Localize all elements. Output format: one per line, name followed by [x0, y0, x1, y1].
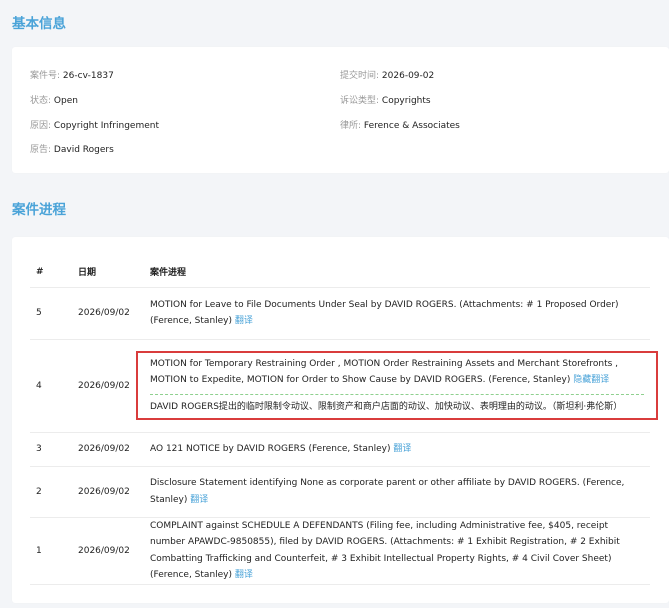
- table-header-row: # 日期 案件进程: [30, 257, 650, 288]
- table-row: 1 2026/09/02 COMPLAINT against SCHEDULE …: [30, 517, 650, 585]
- submit-time-field: 提交时间: 2026-09-02: [340, 68, 434, 81]
- header-num: #: [30, 257, 78, 288]
- table-row: 3 2026/09/02 AO 121 NOTICE by DAVID ROGE…: [30, 432, 650, 467]
- case-number-label: 案件号:: [30, 71, 61, 81]
- row-progress: MOTION for Temporary Restraining Order ,…: [136, 339, 658, 433]
- status-label: 状态:: [30, 96, 52, 106]
- row-num: 4: [30, 339, 78, 433]
- table-row: 4 2026/09/02 MOTION for Temporary Restra…: [30, 339, 658, 433]
- status-value: Open: [53, 96, 78, 106]
- row-progress-text: COMPLAINT against SCHEDULE A DEFENDANTS …: [150, 520, 620, 581]
- table-row: 5 2026/09/02 MOTION for Leave to File Do…: [30, 287, 650, 340]
- row-date: 2026/09/02: [78, 432, 150, 467]
- row-progress: COMPLAINT against SCHEDULE A DEFENDANTS …: [150, 517, 650, 585]
- lawsuit-type-value: Copyrights: [381, 96, 431, 106]
- case-number-value: 26-cv-1837: [62, 71, 114, 81]
- submit-time-value: 2026-09-02: [381, 71, 435, 81]
- cause-field: 原因: Copyright Infringement: [30, 118, 159, 131]
- translate-link[interactable]: 翻译: [190, 495, 208, 505]
- cause-label: 原因:: [30, 121, 52, 131]
- case-number-field: 案件号: 26-cv-1837: [30, 68, 114, 81]
- row-progress-text: MOTION for Leave to File Documents Under…: [150, 299, 619, 327]
- row-date: 2026/09/02: [78, 517, 150, 585]
- row-num: 5: [30, 287, 78, 340]
- row-progress-text: AO 121 NOTICE by DAVID ROGERS (Ference, …: [150, 443, 391, 454]
- header-progress: 案件进程: [150, 257, 650, 288]
- case-progress-card: # 日期 案件进程 5 2026/09/02 MOTION for Leave …: [12, 237, 669, 603]
- status-field: 状态: Open: [30, 93, 78, 106]
- row-num: 1: [30, 517, 78, 585]
- row-num: 2: [30, 466, 78, 518]
- plaintiff-label: 原告:: [30, 145, 52, 155]
- row-progress: MOTION for Leave to File Documents Under…: [150, 287, 650, 340]
- plaintiff-field: 原告: David Rogers: [30, 142, 114, 155]
- row-date: 2026/09/02: [78, 466, 150, 518]
- header-date: 日期: [78, 257, 150, 288]
- lawsuit-type-field: 诉讼类型: Copyrights: [340, 93, 431, 106]
- case-progress-table: # 日期 案件进程 5 2026/09/02 MOTION for Leave …: [30, 257, 658, 585]
- translation-text: DAVID ROGERS提出的临时限制令动议、限制资产和商户店面的动议、加快动议…: [150, 401, 623, 412]
- row-num: 3: [30, 432, 78, 467]
- row-progress: Disclosure Statement identifying None as…: [150, 466, 650, 518]
- plaintiff-value: David Rogers: [53, 145, 114, 155]
- law-firm-value: Ference & Associates: [363, 121, 460, 131]
- law-firm-field: 律所: Ference & Associates: [340, 118, 460, 131]
- row-progress-text: MOTION for Temporary Restraining Order ,…: [150, 358, 619, 386]
- translate-link[interactable]: 翻译: [235, 316, 253, 326]
- translation-highlight-box: MOTION for Temporary Restraining Order ,…: [136, 350, 658, 421]
- row-date: 2026/09/02: [78, 287, 150, 340]
- row-progress: AO 121 NOTICE by DAVID ROGERS (Ference, …: [150, 432, 650, 467]
- translate-link[interactable]: 翻译: [235, 570, 253, 580]
- basic-info-title: 基本信息: [12, 16, 66, 32]
- translation-divider: [150, 393, 644, 395]
- law-firm-label: 律所:: [340, 121, 362, 131]
- case-progress-title: 案件进程: [12, 202, 66, 218]
- cause-value: Copyright Infringement: [53, 121, 159, 131]
- lawsuit-type-label: 诉讼类型:: [340, 96, 380, 106]
- submit-time-label: 提交时间:: [340, 71, 380, 81]
- basic-info-card: 案件号: 26-cv-1837 提交时间: 2026-09-02 状态: Ope…: [12, 47, 669, 173]
- hide-translate-link[interactable]: 隐藏翻译: [573, 375, 609, 385]
- translate-link[interactable]: 翻译: [393, 444, 411, 454]
- row-progress-text: Disclosure Statement identifying None as…: [150, 478, 625, 505]
- table-row: 2 2026/09/02 Disclosure Statement identi…: [30, 466, 650, 518]
